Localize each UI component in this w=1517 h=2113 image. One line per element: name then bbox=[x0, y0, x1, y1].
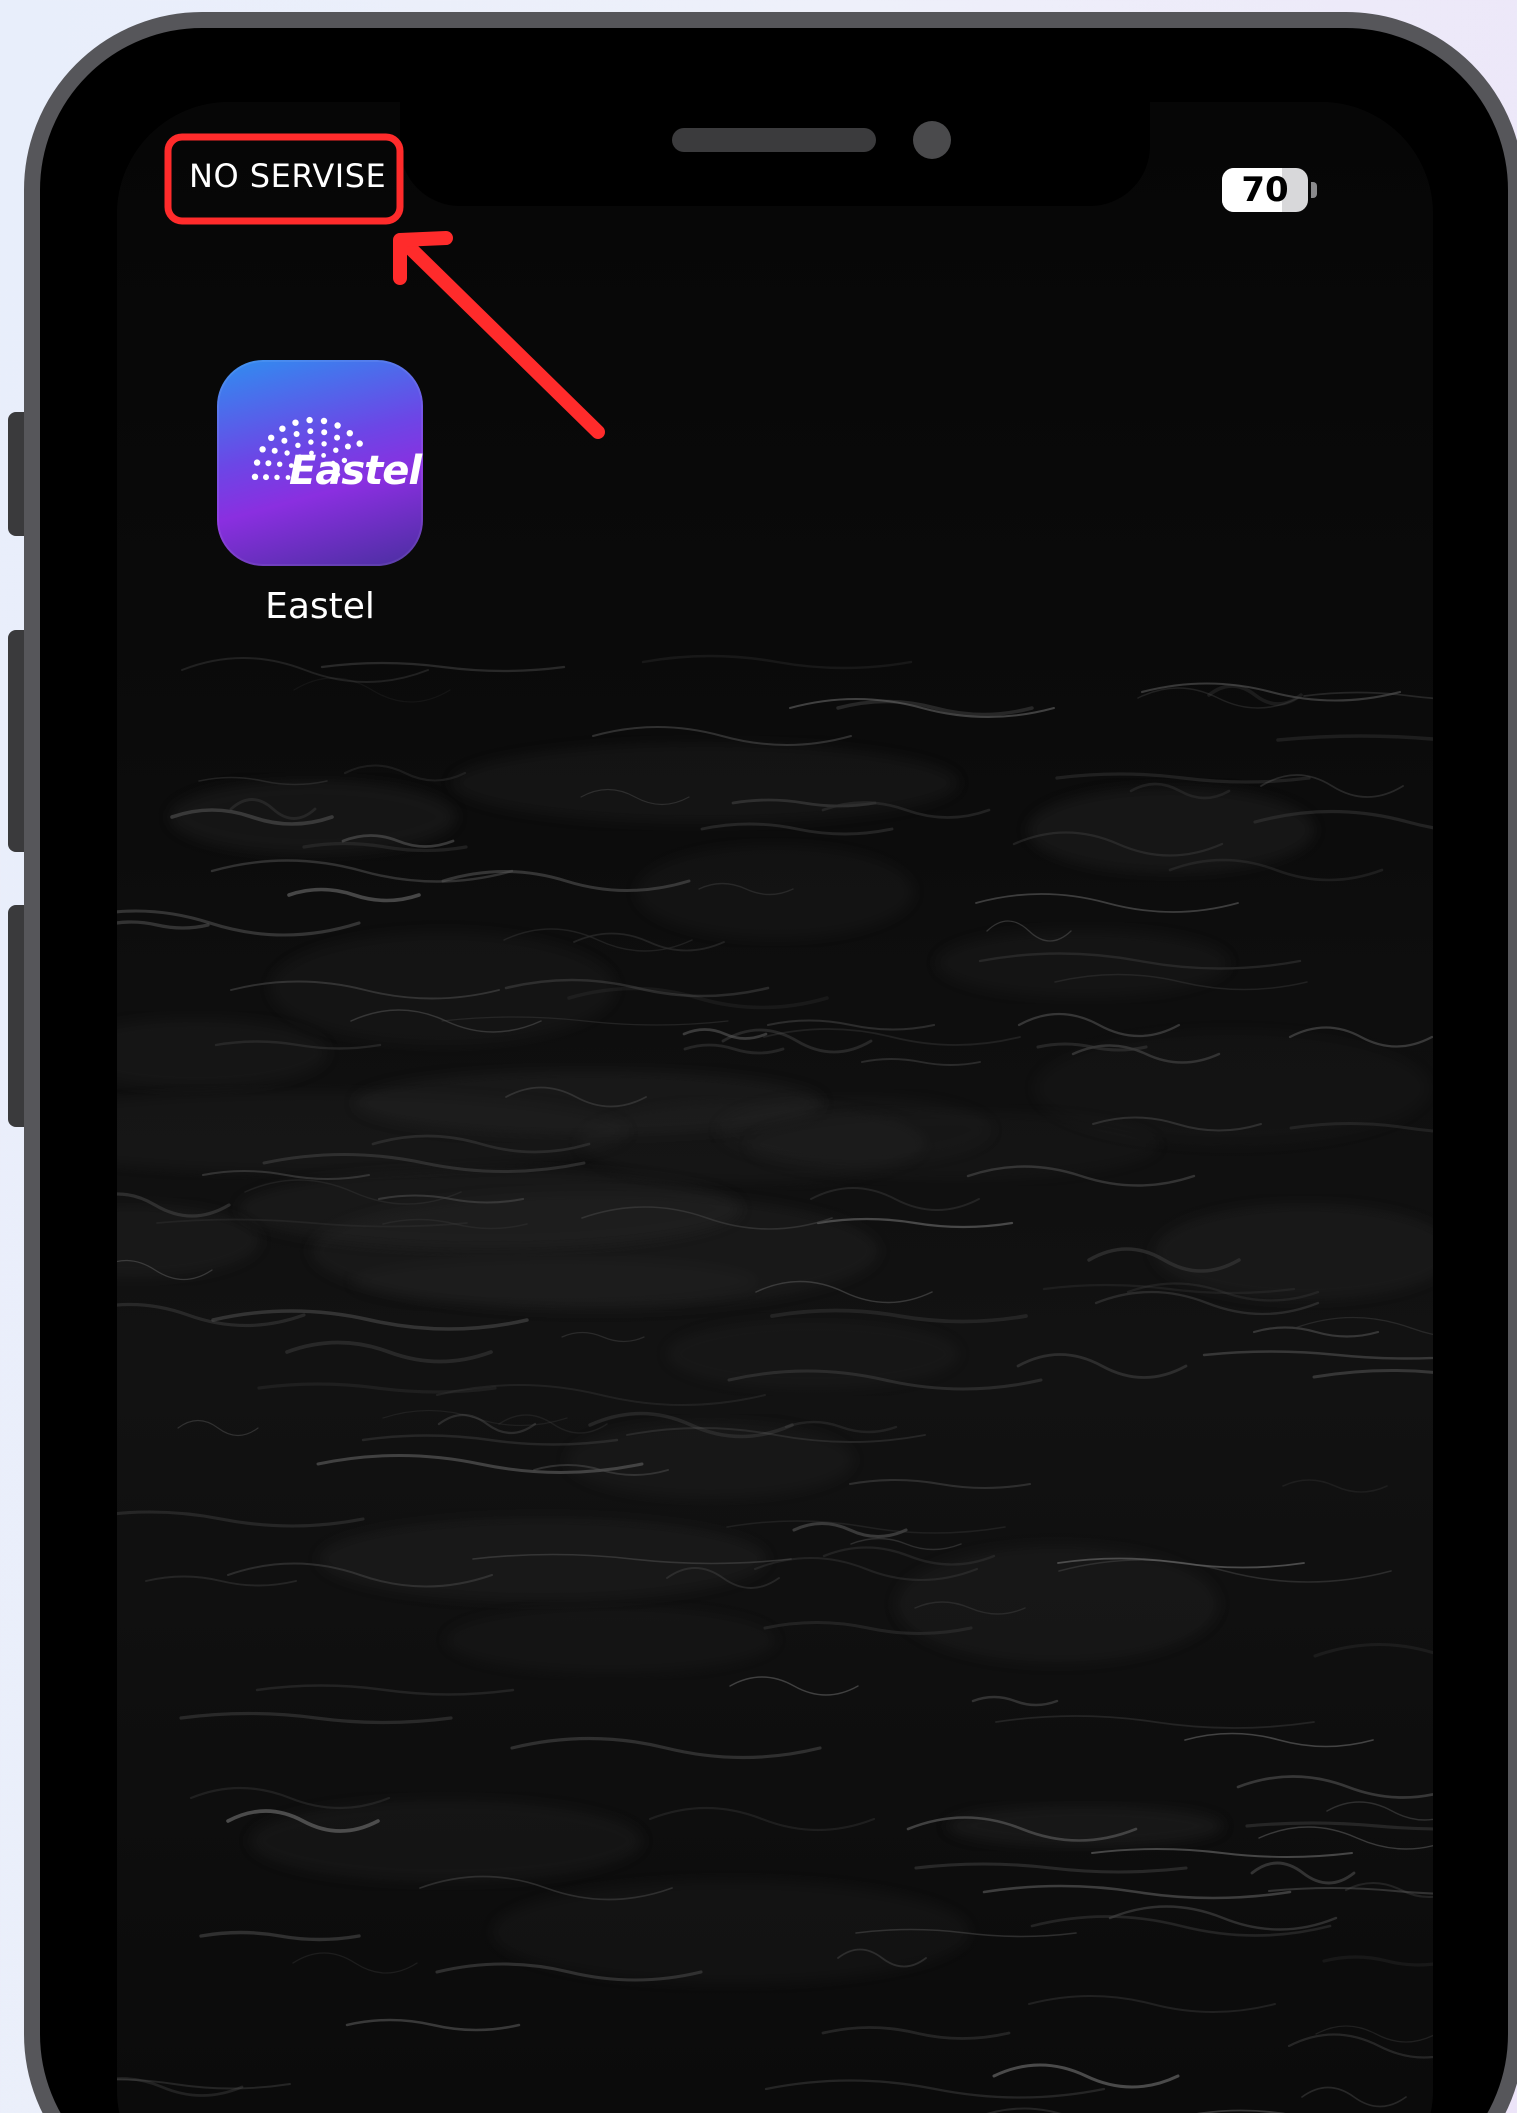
front-camera bbox=[913, 121, 951, 159]
logo-dot bbox=[265, 460, 272, 467]
notch bbox=[400, 102, 1150, 206]
wallpaper-shade bbox=[452, 743, 958, 823]
status-carrier: NO SERVISE bbox=[189, 157, 387, 195]
logo-dot bbox=[268, 434, 275, 441]
battery-level: 70 bbox=[1241, 170, 1289, 210]
eastel-logo-text: Eastel bbox=[289, 448, 422, 494]
wallpaper-shade bbox=[1028, 787, 1314, 873]
logo-dot bbox=[259, 446, 266, 453]
wallpaper-shade bbox=[667, 1319, 959, 1389]
logo-dot bbox=[356, 440, 363, 447]
logo-dot bbox=[281, 437, 288, 444]
wallpaper-shade bbox=[896, 1545, 1218, 1663]
logo-dot bbox=[292, 419, 299, 426]
earpiece-speaker bbox=[672, 128, 876, 152]
app-label: Eastel bbox=[265, 586, 375, 627]
logo-dot bbox=[306, 416, 313, 424]
logo-dot bbox=[253, 459, 261, 466]
wallpaper-shade bbox=[748, 1111, 1158, 1179]
wallpaper-shade bbox=[493, 1881, 969, 1983]
logo-dot bbox=[346, 430, 353, 437]
wallpaper-shade bbox=[637, 846, 913, 938]
logo-dot bbox=[263, 474, 269, 481]
wallpaper-shade bbox=[170, 780, 456, 854]
logo-dot bbox=[320, 417, 328, 425]
home-screen: NO SERVISE 70 Eastel Eastel bbox=[117, 102, 1433, 2113]
logo-dot bbox=[251, 473, 259, 480]
logo-dot bbox=[308, 439, 314, 445]
logo-dot bbox=[334, 422, 341, 429]
battery-icon: 70 bbox=[1222, 168, 1308, 212]
eastel-logo-icon[interactable]: Eastel bbox=[217, 360, 423, 566]
app-eastel[interactable]: Eastel Eastel bbox=[217, 360, 427, 627]
logo-dot bbox=[271, 447, 278, 454]
battery-tip bbox=[1311, 182, 1317, 198]
logo-dot bbox=[321, 429, 328, 436]
logo-dot bbox=[279, 425, 286, 432]
logo-dot bbox=[321, 441, 327, 447]
wallpaper-shade bbox=[250, 1800, 642, 1882]
logo-dot bbox=[334, 434, 341, 441]
logo-dot bbox=[274, 474, 280, 480]
wallpaper-shade bbox=[271, 932, 615, 1044]
logo-dot bbox=[277, 461, 283, 467]
wallpaper-shade bbox=[937, 929, 1229, 997]
wallpaper-shade bbox=[446, 1607, 776, 1673]
logo-dot bbox=[293, 431, 300, 437]
wallpaper-shade bbox=[319, 1517, 767, 1601]
logo-dot bbox=[307, 428, 314, 435]
